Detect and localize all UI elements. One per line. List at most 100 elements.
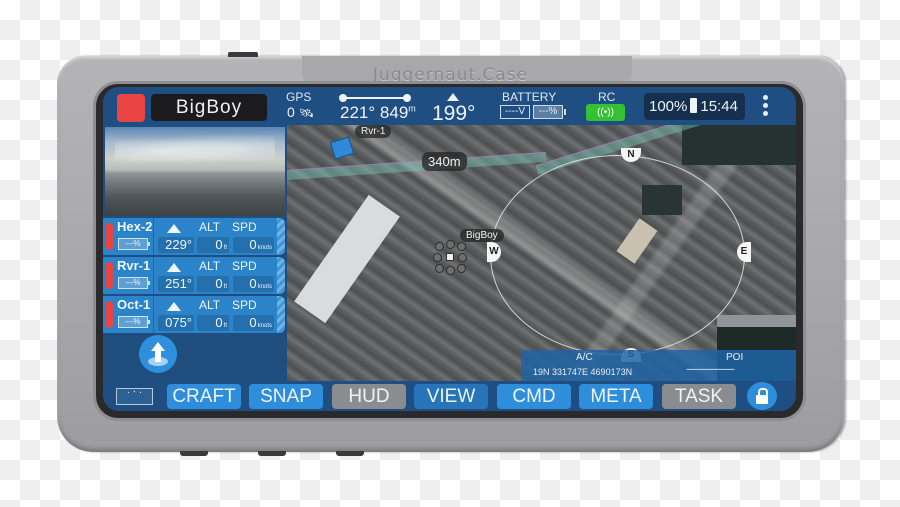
range-label: 340m [422,152,467,171]
map-water [682,125,796,165]
spd-unit: knots [257,245,272,251]
alt-label: ALT [199,298,221,312]
device-battery: 100% [649,98,688,115]
meta-button[interactable]: META [579,384,653,409]
takeoff-button[interactable] [139,335,177,373]
craft-heading: 229° [158,237,194,253]
craft-altitude: 0ft [197,237,229,253]
brand-logo: Juggernaut.Case [372,65,529,85]
vehicle-map-label: BigBoy [460,229,504,242]
alt-label: ALT [199,259,221,273]
battery-percent: ---% [533,105,566,119]
fit-view-icon[interactable] [116,387,153,405]
view-button[interactable]: VIEW [414,384,488,409]
rover-marker-icon[interactable] [329,136,355,160]
kebab-menu-icon[interactable] [761,95,769,119]
craft-heading: 075° [158,315,194,331]
map-view[interactable]: N S W E Rvr-1 340m BigBoy [286,89,796,381]
craft-card[interactable]: Oct-1 ---% ALT SPD 075° 0ft 0knots [103,296,285,333]
task-button[interactable]: TASK [662,384,736,409]
craft-battery: ---% [118,277,150,289]
spd-value: 0 [249,315,257,330]
alt-value: 0 [215,315,223,330]
record-button[interactable] [117,94,145,122]
heading-value: 199° [432,102,476,125]
craft-card-handle[interactable] [277,218,285,255]
craft-speed: 0knots [233,315,274,331]
craft-card-handle[interactable] [277,257,285,294]
craft-status-indicator [106,223,113,250]
home-bearing: 221° [340,103,376,122]
cmd-button[interactable]: CMD [497,384,571,409]
heading-arrow-icon [167,263,181,272]
home-distance-unit: m [408,103,416,114]
craft-card[interactable]: Rvr-1 ---% ALT SPD 251° 0ft 0knots [103,257,285,294]
hardware-bottom-button[interactable] [258,451,286,456]
battery-label: BATTERY [502,90,557,104]
snap-button[interactable]: SNAP [249,384,323,409]
heading-arrow-icon [447,93,459,101]
craft-card[interactable]: Hex-2 ---% ALT SPD 229° 0ft 0knots [103,218,285,255]
map-building [294,194,400,324]
heading-arrow-icon [167,224,181,233]
craft-name: Rvr-1 [117,258,151,273]
divider [153,257,154,294]
spd-value: 0 [249,276,257,291]
rover-map-label: Rvr-1 [355,125,392,138]
heading-arrow-icon [167,302,181,311]
alt-label: ALT [199,220,221,234]
poi-coordinates: ------------------------ [686,364,735,374]
craft-battery: ---% [118,238,150,250]
hardware-top-button[interactable] [228,52,258,57]
craft-button[interactable]: CRAFT [167,384,241,409]
battery-icon [690,98,698,113]
craft-altitude: 0ft [197,276,229,292]
coordinates-panel: A/C 19N 331747E 4690173N POI -----------… [521,350,796,381]
ac-coordinates: 19N 331747E 4690173N [533,367,633,377]
craft-battery: ---% [118,316,150,328]
spd-unit: knots [257,323,272,329]
screen: N S W E Rvr-1 340m BigBoy BigBoy GPS 0 🛰… [103,87,796,411]
range-ring [490,155,745,355]
craft-status-indicator [106,262,113,289]
satellite-icon: 🛰 [298,106,314,120]
camera-feed[interactable] [103,125,287,218]
spd-label: SPD [232,220,257,234]
alt-unit: ft [223,323,227,329]
lock-icon[interactable] [747,382,777,410]
gps-sat-count: 0 [287,104,295,120]
hud-button[interactable]: HUD [332,384,406,409]
craft-name: Hex-2 [117,219,153,234]
poi-label: POI [726,352,744,363]
divider [153,218,154,255]
spd-unit: knots [257,284,272,290]
craft-heading: 251° [158,276,194,292]
rc-status-button[interactable]: ((•)) [586,104,625,121]
spd-label: SPD [232,259,257,273]
divider [153,296,154,333]
top-status-bar: BigBoy GPS 0 🛰 221° 849m 199° BATTERY --… [103,87,796,125]
bottom-toolbar: CRAFT SNAP HUD VIEW CMD META TASK [103,381,796,411]
gps-status: 0 🛰 [287,104,314,120]
home-distance: 221° 849m [340,103,416,123]
ac-label: A/C [576,352,593,363]
alt-value: 0 [215,276,223,291]
hardware-bottom-button[interactable] [180,451,208,456]
battery-voltage: ----V [500,105,530,119]
map-highway [286,151,547,180]
alt-value: 0 [215,237,223,252]
vehicle-name[interactable]: BigBoy [151,94,267,121]
alt-unit: ft [223,245,227,251]
alt-unit: ft [223,284,227,290]
craft-status-indicator [106,301,113,328]
compass-east: E [737,242,751,262]
hardware-bottom-button[interactable] [336,451,364,456]
takeoff-arrow-icon [151,342,165,351]
craft-card-handle[interactable] [277,296,285,333]
gps-label: GPS [286,90,312,104]
craft-speed: 0knots [233,237,274,253]
map-building [717,315,796,327]
spd-value: 0 [249,237,257,252]
home-distance-value: 849 [379,103,409,122]
drone-marker-icon[interactable] [433,240,467,275]
